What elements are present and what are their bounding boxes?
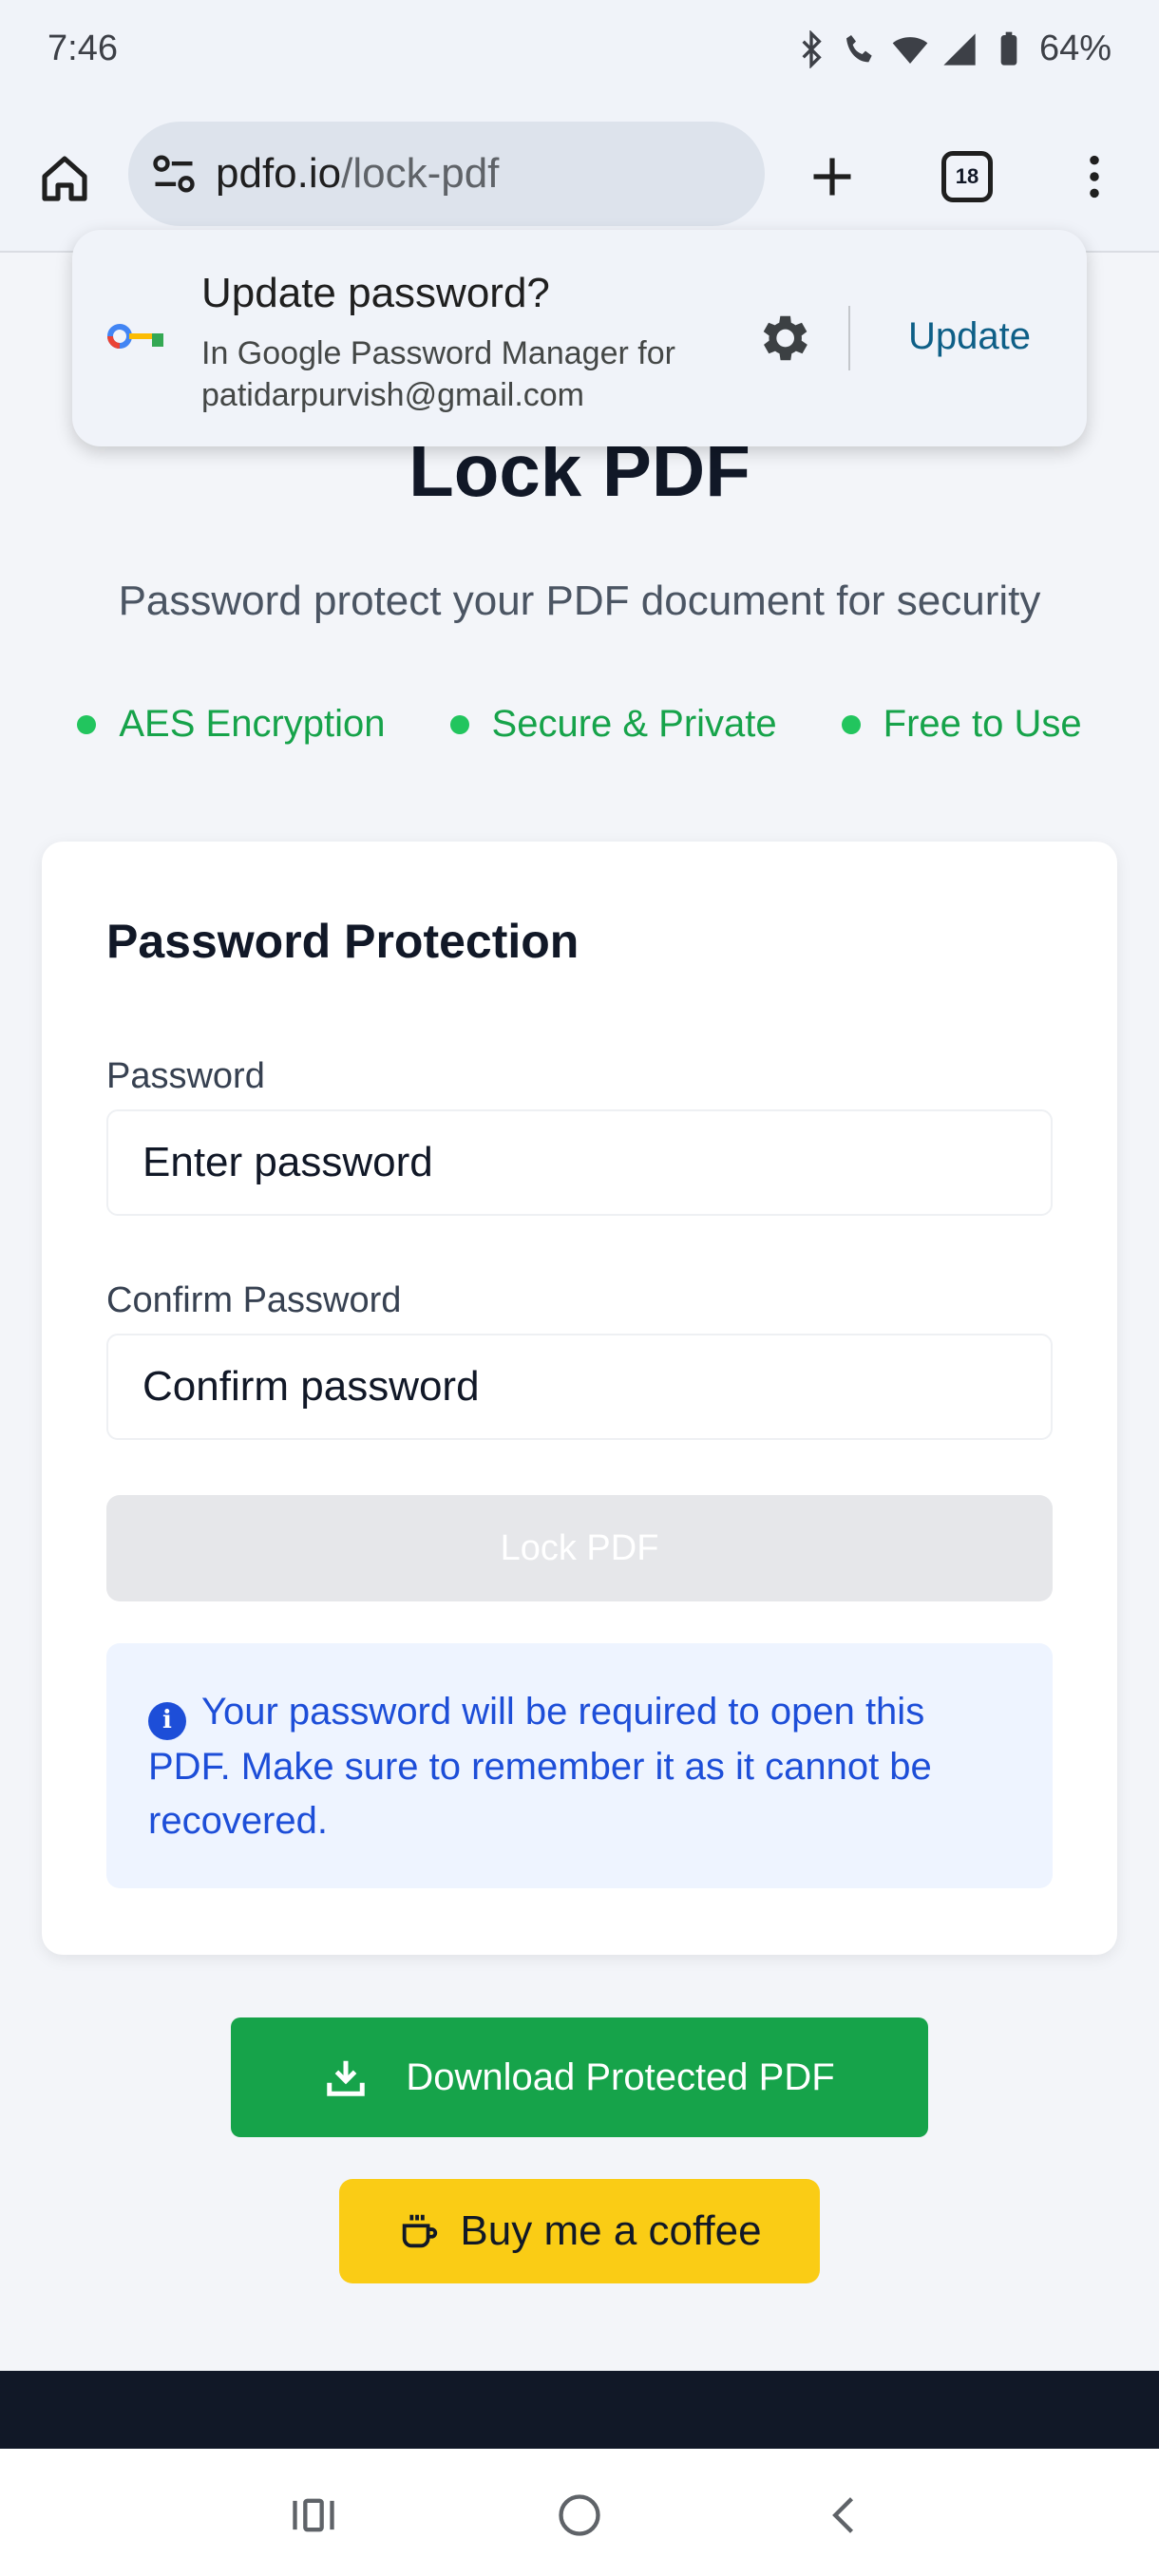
new-tab-button[interactable] [794, 139, 870, 215]
download-icon [327, 2060, 366, 2096]
wifi-call-icon [846, 34, 872, 62]
card-title: Password Protection [106, 915, 580, 968]
system-home-button[interactable] [537, 2477, 622, 2553]
tab-switcher-button[interactable]: 18 [929, 139, 1005, 215]
url-text: pdfo.io/lock-pdf [216, 150, 499, 198]
status-time: 7:46 [48, 28, 118, 68]
feature-list: AES Encryption Secure & Private Free to … [0, 703, 1159, 746]
password-key-icon [107, 324, 163, 349]
recents-icon [293, 2498, 334, 2532]
home-icon [42, 156, 87, 201]
url-path: /lock-pdf [341, 150, 500, 197]
bullet-dot-icon [449, 714, 469, 734]
popup-account-email: patidarpurvish@gmail.com [201, 377, 585, 413]
gear-icon[interactable] [752, 308, 813, 369]
feature-item: Secure & Private [449, 703, 777, 746]
feature-label: AES Encryption [119, 703, 386, 745]
info-notice: i Your password will be required to open … [106, 1643, 1053, 1888]
coffee-cup-icon [403, 2214, 438, 2248]
bullet-dot-icon [77, 714, 97, 734]
home-button[interactable] [32, 146, 97, 211]
download-protected-pdf-button[interactable]: Download Protected PDF [231, 2017, 928, 2137]
page-subtitle: Password protect your PDF document for s… [118, 578, 1041, 624]
popup-title: Update password? [201, 270, 550, 316]
password-label: Password [106, 1056, 265, 1096]
password-input[interactable] [106, 1109, 1053, 1216]
battery-percent: 64% [1038, 28, 1112, 68]
popup-subtitle: In Google Password Manager for patidarpu… [201, 332, 733, 416]
wifi-icon [892, 36, 928, 64]
back-chevron-icon [832, 2497, 854, 2533]
lock-pdf-button[interactable]: Lock PDF [106, 1495, 1053, 1601]
plus-icon [813, 158, 851, 196]
popup-divider [848, 306, 850, 370]
bullet-dot-icon [841, 714, 861, 734]
confirm-password-label: Confirm Password [106, 1280, 402, 1320]
confirm-password-input[interactable] [106, 1334, 1053, 1440]
page-footer [0, 2371, 1159, 2449]
url-host: pdfo.io [216, 150, 342, 197]
battery-icon [1000, 31, 1017, 66]
info-text: Your password will be required to open t… [148, 1691, 932, 1842]
feature-label: Free to Use [883, 703, 1082, 745]
feature-item: Free to Use [841, 703, 1082, 746]
password-protection-card: Password Protection Password Confirm Pas… [42, 842, 1117, 1955]
feature-item: AES Encryption [77, 703, 386, 746]
site-settings-icon[interactable] [149, 149, 199, 199]
update-password-button[interactable]: Update [908, 315, 1031, 358]
system-nav-bar [0, 2449, 1159, 2576]
download-label: Download Protected PDF [406, 2055, 835, 2098]
more-vert-icon [1090, 155, 1099, 199]
popup-subtitle-line: In Google Password Manager for [201, 335, 675, 371]
browser-menu-button[interactable] [1056, 139, 1132, 215]
bluetooth-icon [802, 29, 822, 68]
signal-icon [943, 32, 976, 66]
update-password-popup: Update password? In Google Password Mana… [72, 230, 1087, 446]
feature-label: Secure & Private [491, 703, 777, 745]
status-bar: 7:46 64% [0, 0, 1159, 104]
recents-button[interactable] [271, 2477, 356, 2553]
status-icons: 64% [792, 28, 1112, 69]
info-icon: i [148, 1701, 186, 1740]
coffee-label: Buy me a coffee [460, 2207, 762, 2254]
address-bar[interactable]: pdfo.io/lock-pdf [128, 122, 765, 226]
circle-home-icon [559, 2494, 600, 2536]
back-button[interactable] [803, 2477, 888, 2553]
buy-me-a-coffee-button[interactable]: Buy me a coffee [339, 2179, 820, 2283]
tab-count: 18 [941, 151, 993, 202]
